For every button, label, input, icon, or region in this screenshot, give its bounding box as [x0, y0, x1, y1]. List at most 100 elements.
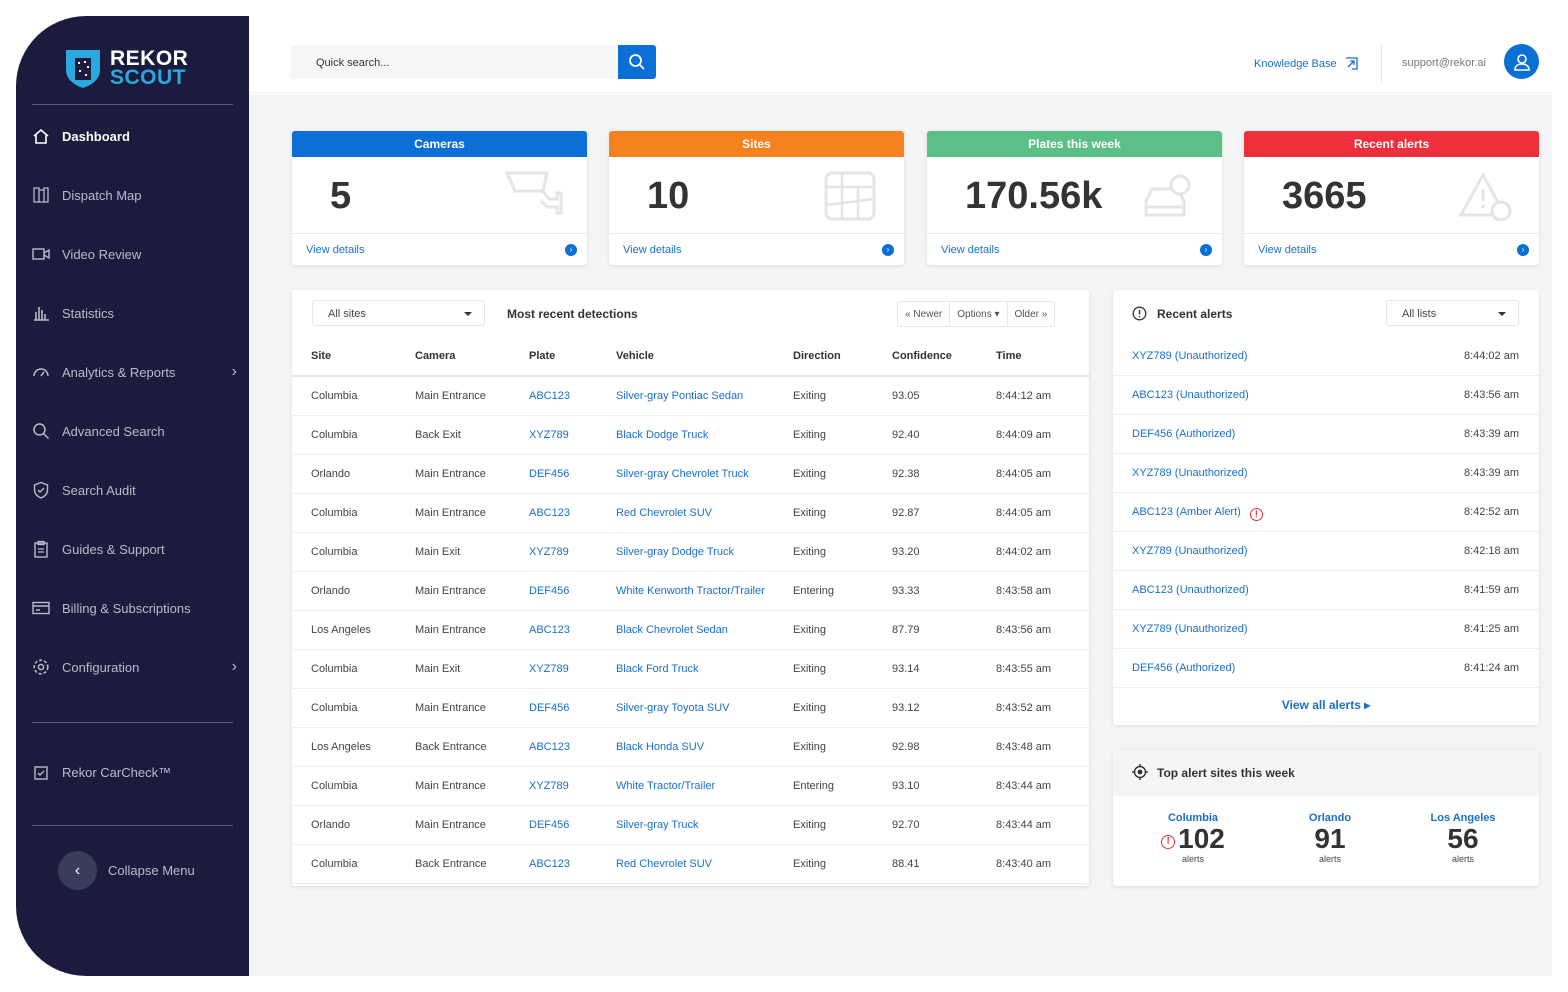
alert-item[interactable]: XYZ789 (Unauthorized) 8:41:25 am — [1113, 610, 1539, 649]
table-row[interactable]: Orlando Main Entrance DEF456 Silver-gray Ch… — [292, 454, 1089, 494]
sidebar-item-statistics[interactable]: Statistics — [32, 304, 237, 322]
vehicle-link-cell[interactable]: Black Honda SUV — [597, 727, 774, 767]
column-header-confidence[interactable]: Confidence — [873, 337, 977, 377]
sidebar-item-configuration[interactable]: Configuration › — [32, 658, 237, 676]
view-details-label: View details — [623, 244, 682, 256]
sidebar-item-dispatch-map[interactable]: Dispatch Map — [32, 186, 237, 204]
vehicle-link-cell[interactable]: Black Chevrolet Sedan — [597, 610, 774, 650]
rekor-scout-logo[interactable]: REKOR SCOUT — [64, 48, 188, 88]
older-button[interactable]: Older » — [1008, 302, 1055, 326]
plate-link-cell[interactable]: ABC123 — [510, 610, 597, 650]
view-details-link[interactable]: View details › — [927, 233, 1222, 265]
table-row[interactable]: Columbia Back Exit XYZ789 Black Dodge Truck… — [292, 415, 1089, 455]
top-site-los-angeles[interactable]: Los Angeles 56 alerts — [1393, 812, 1533, 864]
direction-cell: Exiting — [774, 532, 873, 572]
alert-item[interactable]: ABC123 (Unauthorized) 8:43:56 am — [1113, 376, 1539, 415]
plate-link-cell[interactable]: ABC123 — [510, 727, 597, 767]
vehicle-link-cell[interactable]: Silver-gray Chevrolet Truck — [597, 454, 774, 494]
alert-item[interactable]: DEF456 (Authorized) 8:41:24 am — [1113, 649, 1539, 688]
confidence-cell: 88.41 — [873, 844, 977, 884]
search-input[interactable]: Quick search... — [290, 45, 617, 79]
confidence-cell: 92.87 — [873, 493, 977, 533]
vehicle-link-cell[interactable]: Red Chevrolet SUV — [597, 844, 774, 884]
vehicle-link-cell[interactable]: Silver-gray Dodge Truck — [597, 532, 774, 572]
column-header-time[interactable]: Time — [977, 337, 1089, 377]
chevron-right-icon: › — [231, 363, 237, 380]
top-site-orlando[interactable]: Orlando 91 alerts — [1260, 812, 1400, 864]
plate-link-cell[interactable]: DEF456 — [510, 454, 597, 494]
vehicle-link-cell[interactable]: Silver-gray Truck — [597, 805, 774, 845]
view-details-link[interactable]: View details › — [292, 233, 587, 265]
direction-cell: Exiting — [774, 376, 873, 416]
table-row[interactable]: Orlando Main Entrance DEF456 White Kenworth… — [292, 571, 1089, 611]
options-dropdown[interactable]: Options ▾ — [950, 302, 1008, 326]
table-row[interactable]: Columbia Back Entrance ABC123 Red Chevrolet… — [292, 844, 1089, 884]
alert-exclamation-icon: ! — [1161, 835, 1176, 849]
vehicle-link-cell[interactable]: Black Ford Truck — [597, 649, 774, 689]
camera-cell: Back Entrance — [396, 727, 510, 767]
table-row[interactable]: Columbia Main Entrance DEF456 Silver-gray T… — [292, 688, 1089, 728]
sidebar-item-video-review[interactable]: Video Review — [32, 245, 237, 263]
vehicle-link-cell[interactable]: Silver-gray Toyota SUV — [597, 688, 774, 728]
sidebar-item-billing-subscriptions[interactable]: Billing & Subscriptions — [32, 599, 237, 617]
table-row[interactable]: Columbia Main Entrance XYZ789 White Tractor… — [292, 766, 1089, 806]
search-button[interactable] — [618, 45, 656, 79]
sidebar-item-dashboard[interactable]: Dashboard — [32, 127, 237, 145]
plate-link-cell[interactable]: ABC123 — [510, 844, 597, 884]
time-cell: 8:43:56 am — [977, 610, 1089, 650]
table-row[interactable]: Columbia Main Entrance ABC123 Red Chevrolet… — [292, 493, 1089, 533]
alert-item[interactable]: ABC123 (Amber Alert) ! 8:42:52 am — [1113, 493, 1539, 532]
column-header-site[interactable]: Site — [292, 337, 396, 377]
table-row[interactable]: Los Angeles Main Entrance ABC123 Black Chev… — [292, 610, 1089, 650]
plate-link-cell[interactable]: DEF456 — [510, 688, 597, 728]
plate-link-cell[interactable]: ABC123 — [510, 376, 597, 416]
user-avatar-button[interactable] — [1504, 44, 1539, 79]
table-row[interactable]: Los Angeles Back Entrance ABC123 Black Hond… — [292, 727, 1089, 767]
alert-time: 8:41:24 am — [1463, 662, 1519, 674]
collapse-menu-button[interactable]: ‹ Collapse Menu — [58, 851, 195, 890]
confidence-cell: 92.40 — [873, 415, 977, 455]
plate-link-cell[interactable]: XYZ789 — [510, 415, 597, 455]
view-details-link[interactable]: View details › — [1244, 233, 1539, 265]
vehicle-link-cell[interactable]: White Tractor/Trailer — [597, 766, 774, 806]
sidebar-item-carcheck[interactable]: Rekor CarCheck™ — [32, 763, 237, 781]
column-header-direction[interactable]: Direction — [774, 337, 873, 377]
table-row[interactable]: Columbia Main Exit XYZ789 Silver-gray Dodge… — [292, 532, 1089, 572]
vehicle-link-cell[interactable]: Red Chevrolet SUV — [597, 493, 774, 533]
plate-link-cell[interactable]: DEF456 — [510, 805, 597, 845]
vehicle-link-cell[interactable]: Silver-gray Pontiac Sedan — [597, 376, 774, 416]
list-filter-select[interactable]: All lists — [1386, 300, 1519, 326]
vehicle-link-cell[interactable]: Black Dodge Truck — [597, 415, 774, 455]
alert-item[interactable]: XYZ789 (Unauthorized) 8:42:18 am — [1113, 532, 1539, 571]
alert-item[interactable]: XYZ789 (Unauthorized) 8:43:39 am — [1113, 454, 1539, 493]
sidebar-item-search-audit[interactable]: Search Audit — [32, 481, 237, 499]
vehicle-link-cell[interactable]: White Kenworth Tractor/Trailer — [597, 571, 774, 611]
shield-logo-icon — [66, 50, 100, 88]
knowledge-base-link[interactable]: Knowledge Base — [1254, 57, 1358, 70]
alert-item[interactable]: XYZ789 (Unauthorized) 8:44:02 am — [1113, 337, 1539, 376]
column-header-camera[interactable]: Camera — [396, 337, 510, 377]
site-filter-select[interactable]: All sites — [312, 300, 485, 326]
column-header-plate[interactable]: Plate — [510, 337, 597, 377]
alert-item[interactable]: DEF456 (Authorized) 8:43:39 am — [1113, 415, 1539, 454]
view-all-alerts-link[interactable]: View all alerts ▸ — [1113, 698, 1539, 712]
alert-item[interactable]: ABC123 (Unauthorized) 8:41:59 am — [1113, 571, 1539, 610]
sidebar-item-advanced-search[interactable]: Advanced Search — [32, 422, 237, 440]
plate-link-cell[interactable]: XYZ789 — [510, 532, 597, 572]
recent-alerts-panel: Recent alerts All lists XYZ789 (Unauthor… — [1113, 290, 1539, 725]
view-details-link[interactable]: View details › — [609, 233, 904, 265]
table-row[interactable]: Columbia Main Entrance ABC123 Silver-gray P… — [292, 376, 1089, 416]
newer-button[interactable]: « Newer — [898, 302, 951, 326]
stat-card-recent-alerts: Recent alerts 3665 View details › — [1244, 131, 1539, 265]
table-row[interactable]: Columbia Main Exit XYZ789 Black Ford Truck E… — [292, 649, 1089, 689]
plate-link-cell[interactable]: XYZ789 — [510, 649, 597, 689]
table-row[interactable]: Orlando Main Entrance DEF456 Silver-gray Tr… — [292, 805, 1089, 845]
column-header-vehicle[interactable]: Vehicle — [597, 337, 774, 377]
sidebar-item-analytics-reports[interactable]: Analytics & Reports › — [32, 363, 237, 381]
plate-link-cell[interactable]: DEF456 — [510, 571, 597, 611]
plate-link-cell[interactable]: XYZ789 — [510, 766, 597, 806]
plate-link-cell[interactable]: ABC123 — [510, 493, 597, 533]
bar-chart-icon — [34, 307, 49, 321]
sidebar-item-guides-support[interactable]: Guides & Support — [32, 540, 237, 558]
top-site-columbia[interactable]: Columbia! 102 alerts — [1123, 812, 1263, 864]
